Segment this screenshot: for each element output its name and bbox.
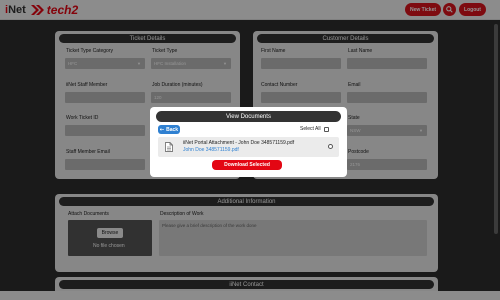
document-row[interactable]: iiNet Portal Attachment - John Doe 34857… xyxy=(158,137,339,157)
document-link[interactable]: John Doe 348571159.pdf xyxy=(183,147,239,153)
select-all-label: Select All xyxy=(300,126,321,132)
select-all[interactable]: Select All xyxy=(300,126,329,132)
view-documents-modal: View Documents ⇠ Back Select All iiNet Po… xyxy=(150,107,347,177)
file-icon xyxy=(165,142,173,154)
select-all-checkbox[interactable] xyxy=(323,126,329,132)
modal-title: View Documents xyxy=(156,111,341,122)
arrow-left-icon: ⇠ xyxy=(159,126,165,133)
document-name: iiNet Portal Attachment - John Doe 34857… xyxy=(183,140,295,146)
document-checkbox[interactable] xyxy=(328,144,333,149)
back-button[interactable]: ⇠ Back xyxy=(158,125,180,134)
download-selected-button[interactable]: Download Selected xyxy=(212,160,282,170)
